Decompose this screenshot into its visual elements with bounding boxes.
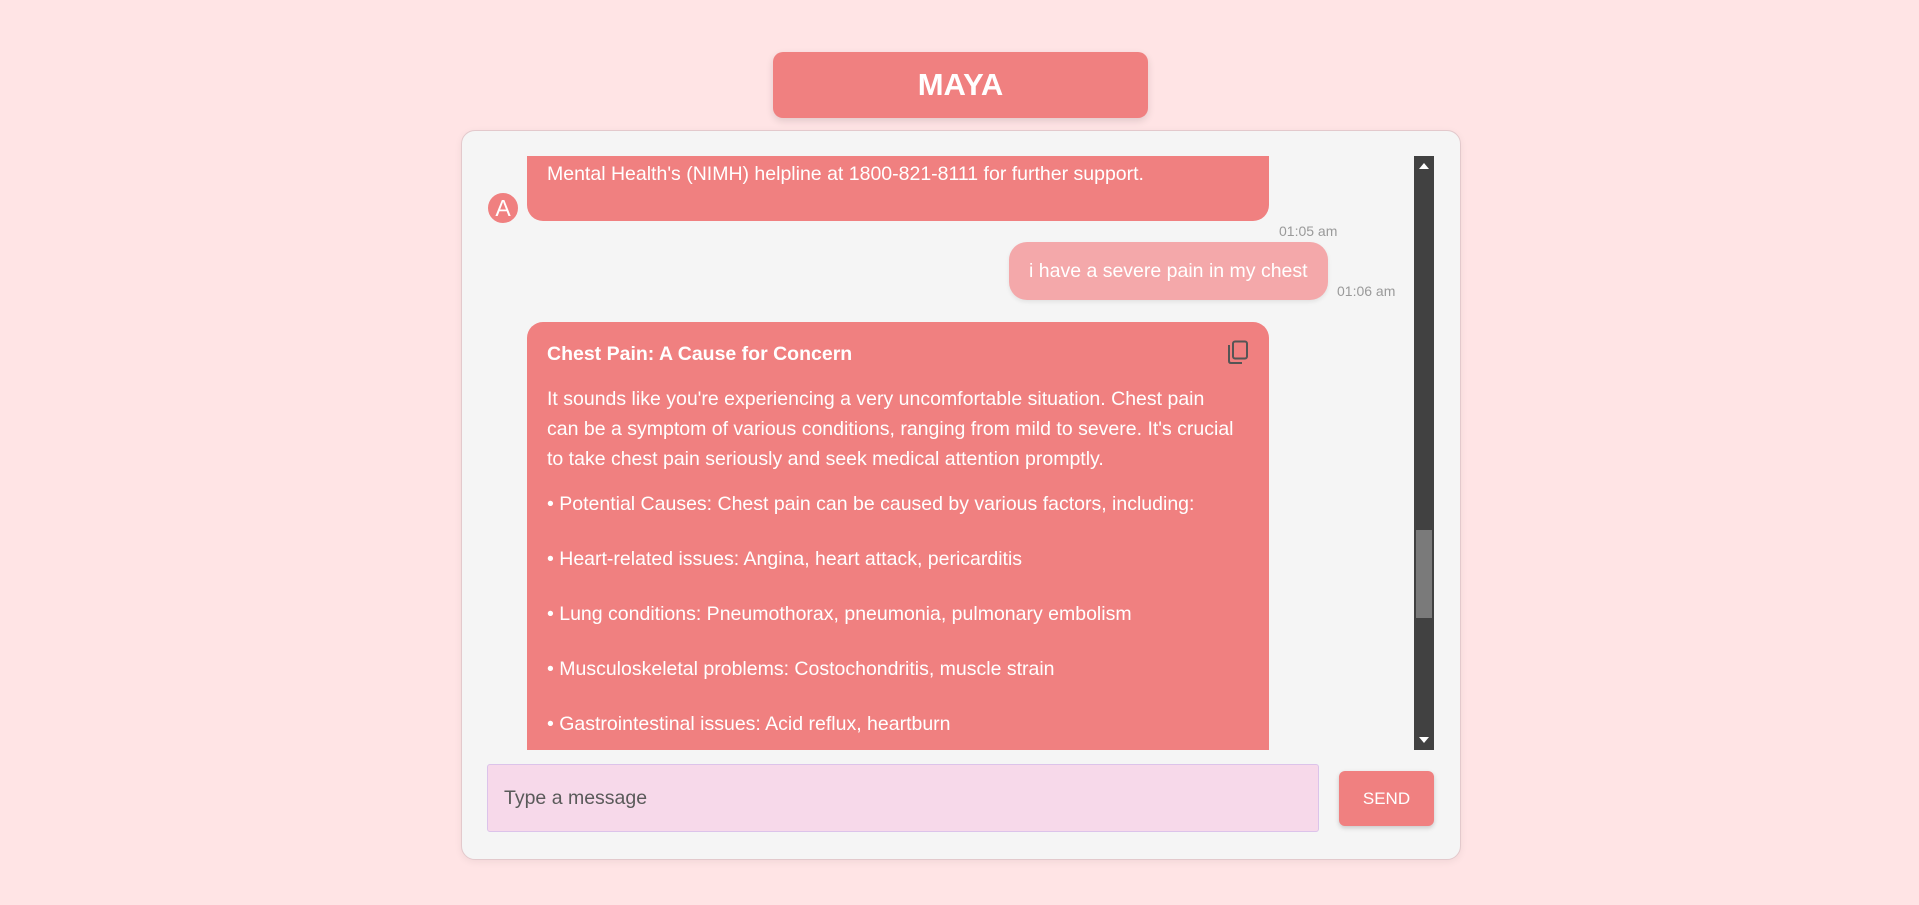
bot-message-bubble: Mental Health's (NIMH) helpline at 1800-… — [527, 156, 1269, 221]
message-timestamp: 01:06 am — [1337, 283, 1396, 299]
message-list: A Mental Health's (NIMH) helpline at 180… — [487, 156, 1415, 750]
user-message-text: i have a severe pain in my chest — [1029, 259, 1308, 282]
bot-message-heading: Chest Pain: A Cause for Concern — [547, 343, 853, 365]
user-message-bubble: i have a severe pain in my chest — [1009, 242, 1328, 300]
message-input[interactable] — [487, 764, 1319, 832]
bullet-item: • Lung conditions: Pneumothorax, pneumon… — [547, 603, 1132, 625]
scroll-down-arrow-icon[interactable] — [1414, 732, 1434, 748]
copy-icon[interactable] — [1226, 340, 1250, 366]
scroll-up-arrow-icon[interactable] — [1414, 158, 1434, 174]
bullet-item: • Potential Causes: Chest pain can be ca… — [547, 493, 1195, 515]
bullet-item: • Heart-related issues: Angina, heart at… — [547, 548, 1023, 570]
bot-message-bubble: Chest Pain: A Cause for Concern It sound… — [527, 322, 1269, 750]
scroll-thumb[interactable] — [1416, 530, 1432, 618]
message-timestamp: 01:05 am — [1279, 223, 1338, 239]
bot-avatar: A — [487, 192, 519, 224]
send-button[interactable]: SEND — [1339, 771, 1434, 826]
bot-message-paragraph: It sounds like you're experiencing a ver… — [547, 388, 1234, 470]
message-scrollbar[interactable] — [1414, 156, 1434, 750]
app-title: MAYA — [773, 52, 1148, 118]
chat-window: A Mental Health's (NIMH) helpline at 180… — [461, 130, 1461, 860]
bullet-item: • Musculoskeletal problems: Costochondri… — [547, 658, 1055, 680]
bullet-item: • Gastrointestinal issues: Acid reflux, … — [547, 713, 951, 735]
bot-message-text: Mental Health's (NIMH) helpline at 1800-… — [547, 163, 1144, 185]
